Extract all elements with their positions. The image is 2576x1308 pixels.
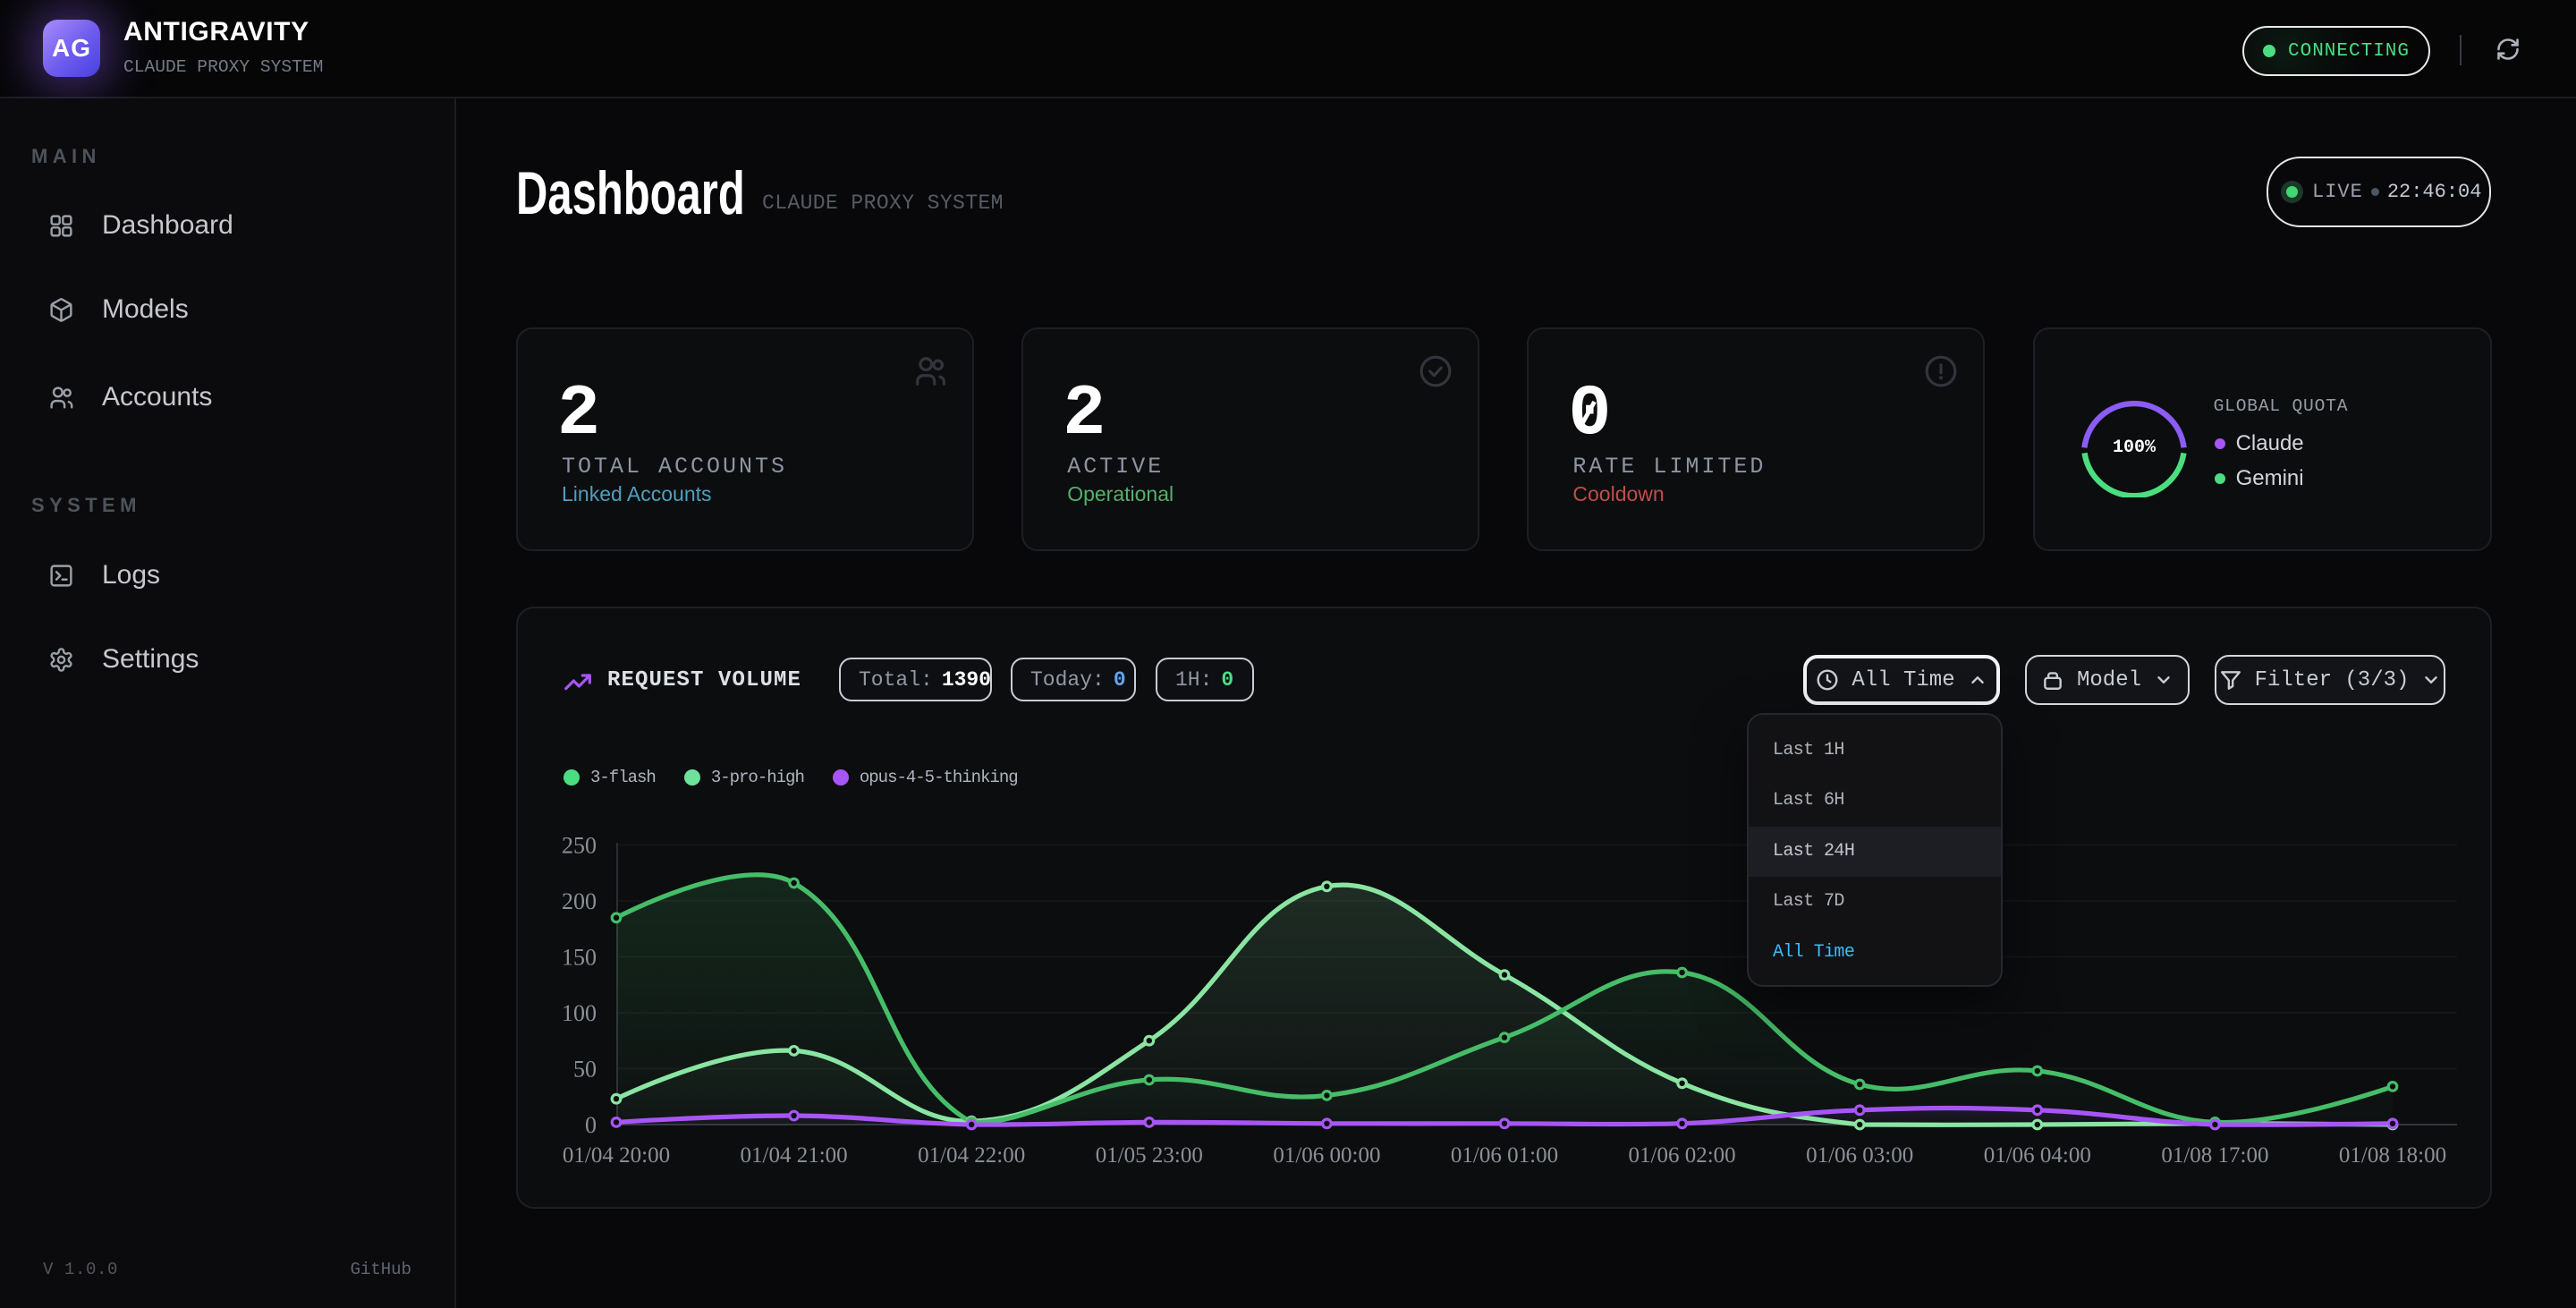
svg-text:01/04 22:00: 01/04 22:00 xyxy=(918,1143,1025,1168)
svg-text:250: 250 xyxy=(562,833,597,859)
svg-text:0: 0 xyxy=(585,1112,597,1138)
svg-text:01/08 17:00: 01/08 17:00 xyxy=(2161,1143,2268,1168)
svg-text:01/05 23:00: 01/05 23:00 xyxy=(1096,1143,1203,1168)
svg-text:01/04 20:00: 01/04 20:00 xyxy=(563,1143,670,1168)
svg-text:01/04 21:00: 01/04 21:00 xyxy=(741,1143,848,1168)
svg-text:200: 200 xyxy=(562,888,597,914)
svg-text:01/06 03:00: 01/06 03:00 xyxy=(1806,1143,1913,1168)
svg-text:100%: 100% xyxy=(2113,437,2157,458)
svg-text:01/08 18:00: 01/08 18:00 xyxy=(2339,1143,2446,1168)
svg-text:01/06 04:00: 01/06 04:00 xyxy=(1984,1143,2091,1168)
svg-text:150: 150 xyxy=(562,945,597,971)
svg-text:01/06 00:00: 01/06 00:00 xyxy=(1273,1143,1380,1168)
svg-text:01/06 01:00: 01/06 01:00 xyxy=(1451,1143,1558,1168)
svg-text:01/06 02:00: 01/06 02:00 xyxy=(1629,1143,1736,1168)
svg-text:50: 50 xyxy=(573,1057,597,1083)
svg-text:100: 100 xyxy=(562,1000,597,1026)
